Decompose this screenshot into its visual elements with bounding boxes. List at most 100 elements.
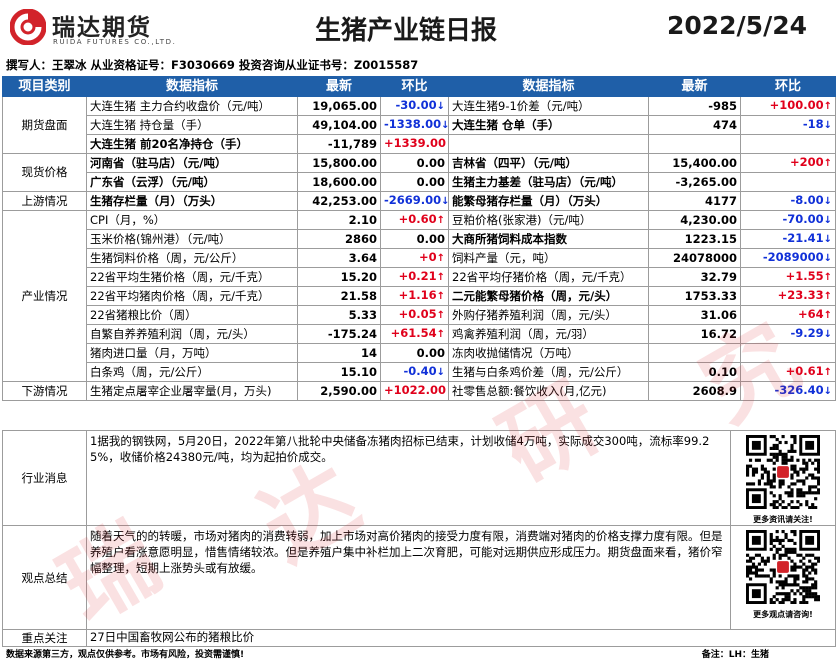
- arrow-up-icon: ↑: [823, 272, 832, 283]
- opinion-label: 观点总结: [2, 525, 87, 630]
- change-number: -326.40: [774, 383, 824, 397]
- table-row: 现货价格 河南省（驻马店）（元/吨） 15,800.00 0.00 吉林省（四平）（元/…: [2, 153, 836, 192]
- change-number: +0.21: [398, 269, 437, 283]
- indicator-name: 冻肉收抛储情况（万吨）: [448, 343, 649, 363]
- arrow-down-icon: ↓: [823, 253, 832, 264]
- table-row: 22省猪粮比价（周） 5.33 +0.05 ↑ 外购仔猪养殖利润（周，元/头） 31.06…: [3, 305, 836, 325]
- indicator-name: 自繁自养养殖利润（周，元/头）: [86, 324, 298, 344]
- latest-value: 21.58: [297, 286, 381, 306]
- brand-name-en: RUIDA FUTURES CO.,LTD.: [53, 38, 177, 46]
- industry-news-label: 行业消息: [2, 430, 87, 526]
- qr-code-icon: [746, 435, 821, 510]
- table-row: 下游情况生猪定点屠宰企业屠宰量(月，万头)2,590.00+1022.00↑社零…: [2, 381, 836, 401]
- indicator-name: 社零售总额:餐饮收入(月,亿元): [448, 381, 649, 401]
- indicator-name: 二元能繁母猪价格（周，元/头）: [448, 286, 649, 306]
- latest-value: 2,590.00: [297, 381, 381, 401]
- latest-value: 14: [297, 343, 381, 363]
- latest-value: 18,600.00: [297, 172, 381, 192]
- change-value: +23.33↑: [740, 286, 836, 306]
- change-value: +1.55↑: [740, 267, 836, 287]
- change-value: 0.00: [380, 229, 449, 249]
- change-number: +1022.00: [384, 383, 447, 397]
- arrow-up-icon: ↑: [823, 310, 832, 321]
- indicator-name: 22省猪粮比价（周）: [86, 305, 298, 325]
- change-number: -70.00: [782, 212, 824, 226]
- category-cell: 下游情况: [2, 381, 87, 401]
- latest-value: 1753.33: [648, 286, 741, 306]
- col-header-change: 环比: [380, 76, 449, 97]
- change-value: -2669.00↓: [380, 191, 449, 211]
- opinion-cell: 随着天气的的转暖，市场对猪肉的消费转弱，加上市场对高价猪肉的接受力度有限，消费端…: [86, 525, 731, 630]
- arrow-down-icon: ↓: [436, 101, 445, 112]
- latest-value: 19,065.00: [297, 96, 381, 116]
- arrow-down-icon: ↓: [441, 196, 447, 207]
- indicator-name: 生猪主力基差（驻马店）（元/吨）: [448, 172, 649, 192]
- change-number: +0.61: [785, 364, 824, 378]
- indicator-name: 鸡禽养殖利润（周，元/羽）: [448, 324, 649, 344]
- latest-value: 2608.9: [648, 381, 741, 401]
- qr-code-icon: [746, 530, 821, 605]
- change-number: +61.54: [390, 326, 437, 340]
- change-number: +64: [797, 307, 824, 321]
- table-row: 生猪饲料价格（周，元/公斤） 3.64 +0↑ 饲料产量（元，吨） 24078000 -2…: [3, 248, 836, 268]
- focus-label: 重点关注: [2, 629, 87, 647]
- brand-logo: 瑞达期货 RUIDA FUTURES CO.,LTD.: [10, 8, 200, 50]
- latest-value: 1223.15: [648, 229, 741, 249]
- indicator-name: 豆粕价格(张家港)（元/吨）: [448, 210, 649, 230]
- latest-value: 49,104.00: [297, 115, 381, 135]
- report-date: 2022/5/24: [666, 11, 807, 40]
- latest-value: -985: [648, 96, 741, 116]
- latest-value: 4177: [648, 191, 741, 211]
- table-row: 广东省（云浮）（元/吨） 18,600.00 0.00 生猪主力基差（驻马店）（元/吨…: [3, 172, 836, 192]
- indicator-name: 22省平均仔猪价格（周，元/千克）: [448, 267, 649, 287]
- change-value: 0.00: [380, 153, 449, 173]
- report-header: 瑞达期货 RUIDA FUTURES CO.,LTD. 生猪产业链日报 2022…: [0, 0, 837, 56]
- indicator-name: 白条鸡（周，元/公斤）: [86, 362, 298, 382]
- indicator-name: 大连生猪 前20名净持仓（手）: [86, 134, 298, 154]
- indicator-name: 生猪定点屠宰企业屠宰量(月，万头): [86, 381, 298, 401]
- latest-value: [648, 343, 741, 363]
- footer-disclaimer: 数据来源第三方，观点仅供参考。市场有风险，投资需谨慎!: [6, 650, 245, 660]
- report-title: 生猪产业链日报: [315, 16, 498, 46]
- arrow-up-icon: ↑: [436, 215, 445, 226]
- table-body: 期货盘面 大连生猪 主力合约收盘价（元/吨） 19,065.00 -30.00↓ 大连生…: [2, 96, 836, 401]
- change-number: -0.40: [403, 364, 437, 378]
- change-value: [740, 134, 836, 154]
- change-value: 0.00: [380, 172, 449, 192]
- indicator-name: 22省平均生猪价格（周，元/千克）: [86, 267, 298, 287]
- latest-value: 31.06: [648, 305, 741, 325]
- latest-value: 2.10: [297, 210, 381, 230]
- info-table: 行业消息 1据我的钢铁网，5月20日，2022年第八批轮中央储备冻猪肉招标已结束…: [2, 430, 836, 647]
- col-header-indicator: 数据指标: [86, 76, 298, 97]
- industry-news-text: 1据我的钢铁网，5月20日，2022年第八批轮中央储备冻猪肉招标已结束，计划收储…: [90, 434, 710, 464]
- change-number: +23.33: [777, 288, 824, 302]
- arrow-up-icon: ↑: [436, 329, 445, 340]
- arrow-up-icon: ↑: [823, 158, 832, 169]
- table-row: 22省平均生猪价格（周，元/千克） 15.20 +0.21↑ 22省平均仔猪价格（周，…: [3, 267, 836, 287]
- arrow-down-icon: ↓: [436, 367, 445, 378]
- indicator-name: 大连生猪 主力合约收盘价（元/吨）: [86, 96, 298, 116]
- change-value: -70.00↓: [740, 210, 836, 230]
- change-number: -2089000: [762, 250, 824, 264]
- brand-name-cn: 瑞达期货: [52, 15, 152, 41]
- change-number: +0.05: [398, 307, 437, 321]
- latest-value: 32.79: [648, 267, 741, 287]
- latest-value: -3,265.00: [648, 172, 741, 192]
- indicator-name: 外购仔猪养殖利润（周，元/头）: [448, 305, 649, 325]
- indicator-name: 吉林省（四平）（元/吨）: [448, 153, 649, 173]
- category-cell: 上游情况: [2, 191, 87, 211]
- indicator-name: 猪肉进口量（月，万吨）: [86, 343, 298, 363]
- latest-value: 5.33: [297, 305, 381, 325]
- author-line: 撰写人：王翠冰 从业资格证号：F3030669 投资咨询从业证书号：Z00155…: [6, 58, 419, 72]
- indicator-name: 河南省（驻马店）（元/吨）: [86, 153, 298, 173]
- focus-text: 27日中国畜牧网公布的猪粮比价: [90, 630, 255, 644]
- change-value: -21.41↓: [740, 229, 836, 249]
- table-row: 大连生猪 前20名净持仓（手）-11,789+1339.00↑: [3, 134, 836, 154]
- change-value: +61.54↑: [380, 324, 449, 344]
- indicator-name: 大连生猪 仓单（手）: [448, 115, 649, 135]
- latest-value: -175.24: [297, 324, 381, 344]
- opinion-row: 观点总结 随着天气的的转暖，市场对猪肉的消费转弱，加上市场对高价猪肉的接受力度有…: [2, 525, 836, 630]
- change-value: +64↑: [740, 305, 836, 325]
- qr-news-cell: 更多资讯请关注!: [730, 430, 836, 526]
- table-row: 白条鸡（周，元/公斤） 15.10 -0.40↓ 生猪与白条鸡价差（周，元/公斤） 0.…: [3, 362, 836, 382]
